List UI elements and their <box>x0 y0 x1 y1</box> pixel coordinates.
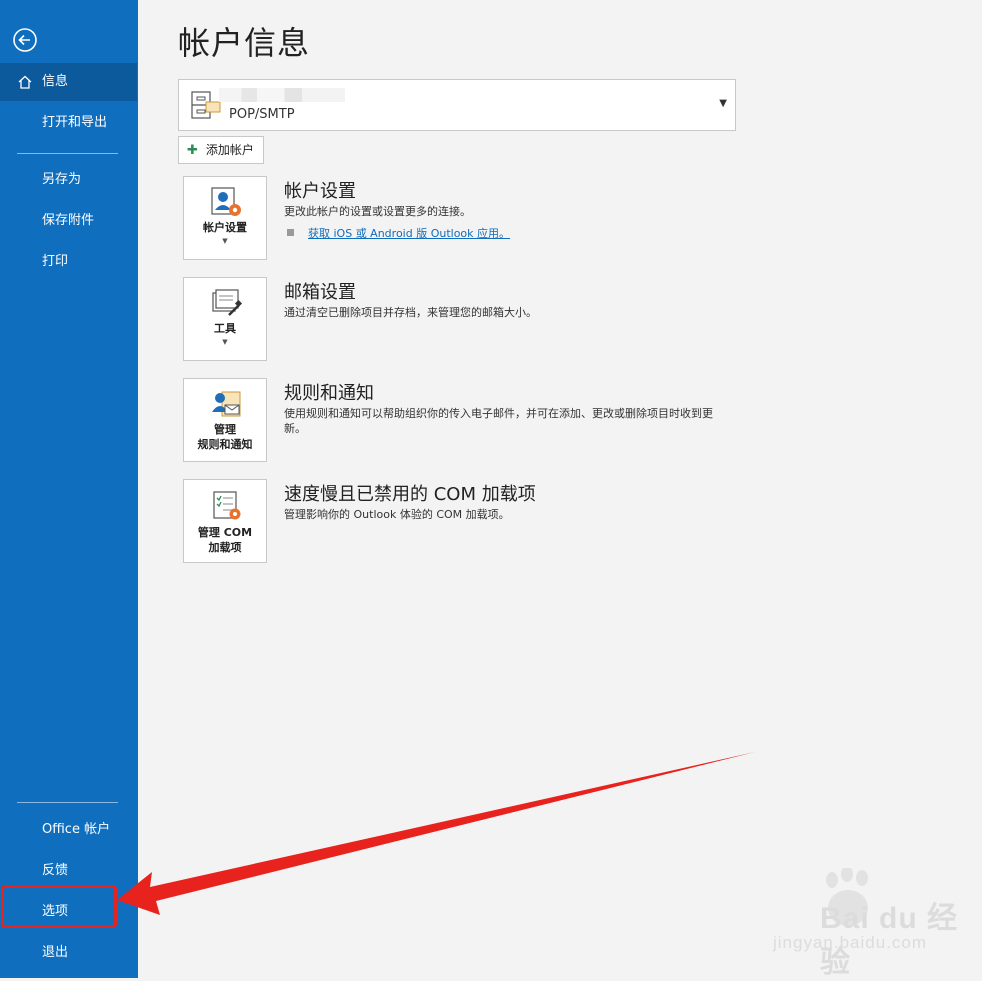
annotation-highlight-box <box>1 885 117 928</box>
rules-alerts-desc: 使用规则和通知可以帮助组织你的传入电子邮件，并可在添加、更改或删除项目时收到更新… <box>284 407 713 435</box>
com-addins-title: 速度慢且已禁用的 COM 加载项 <box>284 484 536 505</box>
account-settings-button-label: 帐户设置 <box>203 221 247 234</box>
nav-office-account[interactable]: Office 帐户 <box>0 811 138 849</box>
manage-rules-button-label-1: 管理 <box>214 423 236 436</box>
nav-exit-label: 退出 <box>42 945 69 960</box>
sidebar-divider <box>17 802 118 803</box>
rules-alerts-title: 规则和通知 <box>284 383 374 404</box>
rules-icon <box>212 391 241 417</box>
mail-account-icon <box>191 91 221 119</box>
nav-info[interactable]: 信息 <box>0 63 137 101</box>
sidebar-divider <box>17 153 118 154</box>
mailbox-settings-title: 邮箱设置 <box>284 282 356 303</box>
dropdown-caret-icon: ▼ <box>222 338 228 346</box>
dropdown-caret-icon: ▼ <box>719 98 727 109</box>
account-icon <box>211 187 241 216</box>
tools-button[interactable]: 工具 ▼ <box>183 277 267 361</box>
nav-save-attachments-label: 保存附件 <box>42 213 95 228</box>
account-settings-desc: 更改此帐户的设置或设置更多的连接。 <box>284 205 471 218</box>
nav-print[interactable]: 打印 <box>0 243 138 281</box>
nav-save-attachments[interactable]: 保存附件 <box>0 202 138 240</box>
nav-info-label: 信息 <box>42 74 69 89</box>
com-addin-icon <box>213 491 241 520</box>
nav-feedback-label: 反馈 <box>42 863 69 878</box>
manage-com-addins-button[interactable]: 管理 COM 加载项 <box>183 479 267 563</box>
nav-exit[interactable]: 退出 <box>0 934 138 972</box>
manage-com-button-label-2: 加载项 <box>208 541 242 554</box>
account-settings-title: 帐户设置 <box>284 181 356 202</box>
tools-icon <box>212 289 243 316</box>
get-outlook-mobile-link[interactable]: 获取 iOS 或 Android 版 Outlook 应用。 <box>308 225 510 241</box>
manage-com-button-label-1: 管理 COM <box>197 526 253 539</box>
nav-save-as[interactable]: 另存为 <box>0 161 138 199</box>
manage-rules-button[interactable]: 管理 规则和通知 <box>183 378 267 462</box>
nav-print-label: 打印 <box>42 254 69 269</box>
nav-open-export-label: 打开和导出 <box>42 115 108 130</box>
account-dropdown[interactable]: POP/SMTP ▼ <box>178 79 736 131</box>
watermark-subtext: jingyan.baidu.com <box>773 933 928 952</box>
add-icon: ✚ <box>187 143 198 158</box>
dropdown-caret-icon: ▼ <box>222 237 228 245</box>
page-title: 帐户信息 <box>178 24 311 62</box>
redacted-email <box>219 88 345 102</box>
mailbox-settings-desc: 通过清空已删除项目并存档，来管理您的邮箱大小。 <box>284 306 537 319</box>
home-icon <box>18 75 32 89</box>
account-settings-button[interactable]: 帐户设置 ▼ <box>183 176 267 260</box>
account-type: POP/SMTP <box>229 107 295 122</box>
back-arrow-icon[interactable] <box>12 27 38 53</box>
manage-rules-button-label-2: 规则和通知 <box>197 438 253 451</box>
add-account-label: 添加帐户 <box>205 143 254 157</box>
bullet <box>287 229 294 236</box>
tools-button-label: 工具 <box>214 322 236 335</box>
nav-office-account-label: Office 帐户 <box>42 822 111 837</box>
nav-open-export[interactable]: 打开和导出 <box>0 104 138 142</box>
com-addins-desc: 管理影响你的 Outlook 体验的 COM 加载项。 <box>284 508 510 521</box>
backstage-sidebar: 信息 打开和导出 另存为 保存附件 打印 Office 帐户 反馈 选项 退出 <box>0 0 138 978</box>
add-account-button[interactable]: ✚ 添加帐户 <box>178 136 264 164</box>
nav-save-as-label: 另存为 <box>42 172 82 187</box>
